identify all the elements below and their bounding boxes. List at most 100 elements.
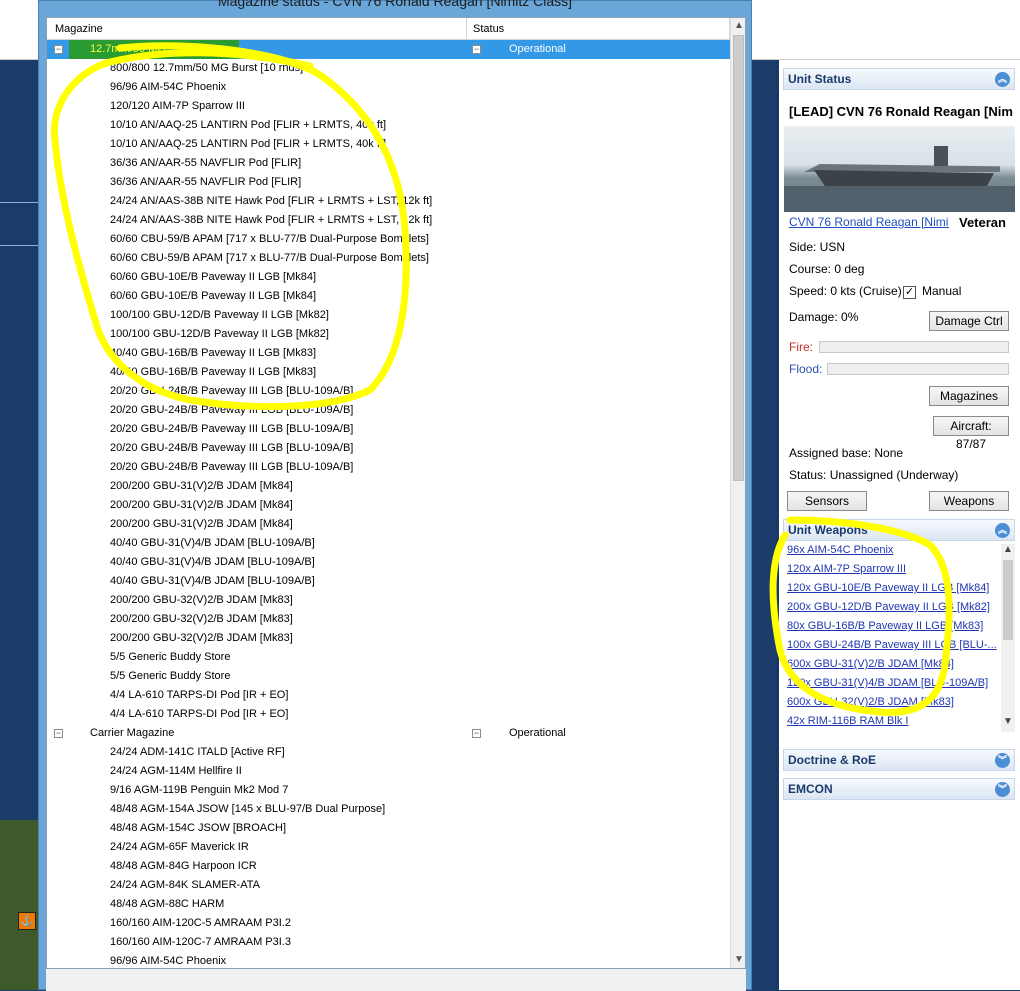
damage-ctrl-button[interactable]: Damage Ctrl [929,311,1009,331]
magazine-item-row[interactable]: 48/48 AGM-88C HARM [47,895,730,914]
weapon-link[interactable]: 100x GBU-24B/B Paveway III LGB [BLU-... [787,639,997,651]
magazine-item-row[interactable]: 40/40 GBU-16B/B Paveway II LGB [Mk83] [47,363,730,382]
magazine-item-row[interactable]: 5/5 Generic Buddy Store [47,667,730,686]
magazine-item-row[interactable]: 24/24 AN/AAS-38B NITE Hawk Pod [FLIR + L… [47,192,730,211]
chevron-up-icon[interactable]: ︽ [995,72,1010,87]
magazine-item-row[interactable]: 10/10 AN/AAQ-25 LANTIRN Pod [FLIR + LRMT… [47,135,730,154]
magazine-group-row[interactable]: − Carrier Magazine − Operational [47,724,730,743]
scroll-down-icon[interactable]: ▼ [1003,716,1013,727]
weapon-link[interactable]: 120x GBU-31(V)4/B JDAM [BLU-109A/B] [787,677,988,689]
damage-label: Damage: 0% [789,310,859,324]
magazine-item-row[interactable]: 120/120 AIM-7P Sparrow III [47,97,730,116]
magazine-item-row[interactable]: 96/96 AIM-54C Phoenix [47,78,730,97]
magazine-item-row[interactable]: 10/10 AN/AAQ-25 LANTIRN Pod [FLIR + LRMT… [47,116,730,135]
unit-contact-icon[interactable]: ⚓ [18,912,36,930]
magazine-item-row[interactable]: 96/96 AIM-54C Phoenix [47,952,730,968]
weapons-scrollbar[interactable]: ▲ ▼ [1001,544,1015,732]
chevron-up-icon[interactable]: ︽ [995,523,1010,538]
magazine-item-row[interactable]: 60/60 CBU-59/B APAM [717 x BLU-77/B Dual… [47,230,730,249]
magazine-item-row[interactable]: 48/48 AGM-154A JSOW [145 x BLU-97/B Dual… [47,800,730,819]
magazine-item-row[interactable]: 20/20 GBU-24B/B Paveway III LGB [BLU-109… [47,458,730,477]
doctrine-header[interactable]: Doctrine & RoE ︾ [783,749,1015,771]
magazine-item-row[interactable]: 200/200 GBU-31(V)2/B JDAM [Mk84] [47,477,730,496]
weapon-link[interactable]: 200x GBU-12D/B Paveway II LGB [Mk82] [787,601,990,613]
magazines-button[interactable]: Magazines [929,386,1009,406]
weapon-link[interactable]: 120x AIM-7P Sparrow III [787,563,906,575]
magazine-item-row[interactable]: 24/24 AGM-114M Hellfire II [47,762,730,781]
magazine-item-row[interactable]: 800/800 12.7mm/50 MG Burst [10 rnds] [47,59,730,78]
magazine-item-label: 96/96 AIM-54C Phoenix [110,81,227,93]
chevron-down-icon[interactable]: ︾ [995,753,1010,768]
magazine-item-row[interactable]: 24/24 AGM-65F Maverick IR [47,838,730,857]
unit-weapons-header[interactable]: Unit Weapons ︽ [783,519,1015,541]
weapon-link[interactable]: 600x GBU-31(V)2/B JDAM [Mk84] [787,658,954,670]
magazine-item-row[interactable]: 40/40 GBU-31(V)4/B JDAM [BLU-109A/B] [47,553,730,572]
magazine-item-row[interactable]: 36/36 AN/AAR-55 NAVFLIR Pod [FLIR] [47,173,730,192]
magazine-item-row[interactable]: 5/5 Generic Buddy Store [47,648,730,667]
magazine-item-row[interactable]: 100/100 GBU-12D/B Paveway II LGB [Mk82] [47,325,730,344]
dialog-title: Magazine status - CVN 76 Ronald Reagan [… [217,0,573,9]
sensors-button[interactable]: Sensors [787,491,867,511]
magazine-item-row[interactable]: 40/40 GBU-31(V)4/B JDAM [BLU-109A/B] [47,534,730,553]
magazine-item-row[interactable]: 200/200 GBU-31(V)2/B JDAM [Mk84] [47,515,730,534]
manual-checkbox[interactable]: ✓ [903,286,916,299]
magazine-item-row[interactable]: 60/60 GBU-10E/B Paveway II LGB [Mk84] [47,268,730,287]
weapon-link[interactable]: 42x RIM-116B RAM Blk I [787,715,908,727]
collapse-icon[interactable]: − [472,45,481,54]
aircraft-button[interactable]: Aircraft: 87/87 [933,416,1009,451]
weapons-button[interactable]: Weapons [929,491,1009,511]
collapse-icon[interactable]: − [54,45,63,54]
scroll-thumb[interactable] [1003,560,1013,640]
collapse-icon[interactable]: − [472,729,481,738]
magazine-item-row[interactable]: 24/24 ADM-141C ITALD [Active RF] [47,743,730,762]
magazine-item-row[interactable]: 200/200 GBU-32(V)2/B JDAM [Mk83] [47,629,730,648]
weapon-link[interactable]: 120x GBU-10E/B Paveway II LGB [Mk84] [787,582,989,594]
magazine-item-row[interactable]: 4/4 LA-610 TARPS-DI Pod [IR + EO] [47,686,730,705]
magazine-item-row[interactable]: 48/48 AGM-154C JSOW [BROACH] [47,819,730,838]
magazine-item-row[interactable]: 24/24 AGM-84K SLAMER-ATA [47,876,730,895]
magazine-item-row[interactable]: 9/16 AGM-119B Penguin Mk2 Mod 7 [47,781,730,800]
magazine-item-row[interactable]: 40/40 GBU-16B/B Paveway II LGB [Mk83] [47,344,730,363]
vertical-scrollbar[interactable]: ▲ ▼ [730,18,745,968]
magazine-item-row[interactable]: 200/200 GBU-32(V)2/B JDAM [Mk83] [47,591,730,610]
magazine-item-label: 20/20 GBU-24B/B Paveway III LGB [BLU-109… [110,461,354,473]
column-status[interactable]: Status [473,23,504,35]
magazine-item-label: 60/60 GBU-10E/B Paveway II LGB [Mk84] [110,290,317,302]
magazine-item-row[interactable]: 24/24 AN/AAS-38B NITE Hawk Pod [FLIR + L… [47,211,730,230]
weapon-link[interactable]: 96x AIM-54C Phoenix [787,544,893,556]
magazine-item-row[interactable]: 60/60 CBU-59/B APAM [717 x BLU-77/B Dual… [47,249,730,268]
magazine-item-row[interactable]: 40/40 GBU-31(V)4/B JDAM [BLU-109A/B] [47,572,730,591]
magazine-item-row[interactable]: 200/200 GBU-31(V)2/B JDAM [Mk84] [47,496,730,515]
magazine-item-row[interactable]: 160/160 AIM-120C-7 AMRAAM P3I.3 [47,933,730,952]
magazine-item-label: 160/160 AIM-120C-5 AMRAAM P3I.2 [110,917,291,929]
magazine-item-row[interactable]: 20/20 GBU-24B/B Paveway III LGB [BLU-109… [47,382,730,401]
magazine-item-row[interactable]: 60/60 GBU-10E/B Paveway II LGB [Mk84] [47,287,730,306]
magazine-item-row[interactable]: 100/100 GBU-12D/B Paveway II LGB [Mk82] [47,306,730,325]
magazine-item-row[interactable]: 20/20 GBU-24B/B Paveway III LGB [BLU-109… [47,420,730,439]
emcon-header[interactable]: EMCON ︾ [783,778,1015,800]
speed-label: Speed: 0 kts (Cruise) [789,284,902,298]
magazine-item-row[interactable]: 20/20 GBU-24B/B Paveway III LGB [BLU-109… [47,401,730,420]
magazine-item-label: 800/800 12.7mm/50 MG Burst [10 rnds] [110,62,304,74]
weapon-link[interactable]: 600x GBU-32(V)2/B JDAM [Mk83] [787,696,954,708]
unit-status-header[interactable]: Unit Status ︽ [783,68,1015,90]
unit-class-link[interactable]: CVN 76 Ronald Reagan [Nimitz C [789,215,949,229]
magazine-item-row[interactable]: 160/160 AIM-120C-5 AMRAAM P3I.2 [47,914,730,933]
chevron-down-icon[interactable]: ︾ [995,782,1010,797]
weapon-link[interactable]: 80x GBU-16B/B Paveway II LGB [Mk83] [787,620,983,632]
magazine-item-row[interactable]: 200/200 GBU-32(V)2/B JDAM [Mk83] [47,610,730,629]
magazine-item-label: 20/20 GBU-24B/B Paveway III LGB [BLU-109… [110,385,354,397]
column-magazine[interactable]: Magazine [55,23,103,35]
magazine-item-row[interactable]: 36/36 AN/AAR-55 NAVFLIR Pod [FLIR] [47,154,730,173]
magazine-item-row[interactable]: 20/20 GBU-24B/B Paveway III LGB [BLU-109… [47,439,730,458]
magazine-group-row[interactable]: −12.7mm/50 MG − Operational [47,40,730,59]
magazine-item-row[interactable]: 48/48 AGM-84G Harpoon ICR [47,857,730,876]
magazine-item-row[interactable]: 4/4 LA-610 TARPS-DI Pod [IR + EO] [47,705,730,724]
scroll-up-icon[interactable]: ▲ [734,20,744,31]
scroll-thumb[interactable] [733,35,744,481]
collapse-icon[interactable]: − [54,729,63,738]
magazine-item-label: 36/36 AN/AAR-55 NAVFLIR Pod [FLIR] [110,176,302,188]
magazine-item-label: 120/120 AIM-7P Sparrow III [110,100,245,112]
scroll-up-icon[interactable]: ▲ [1003,544,1013,555]
scroll-down-icon[interactable]: ▼ [734,954,744,965]
